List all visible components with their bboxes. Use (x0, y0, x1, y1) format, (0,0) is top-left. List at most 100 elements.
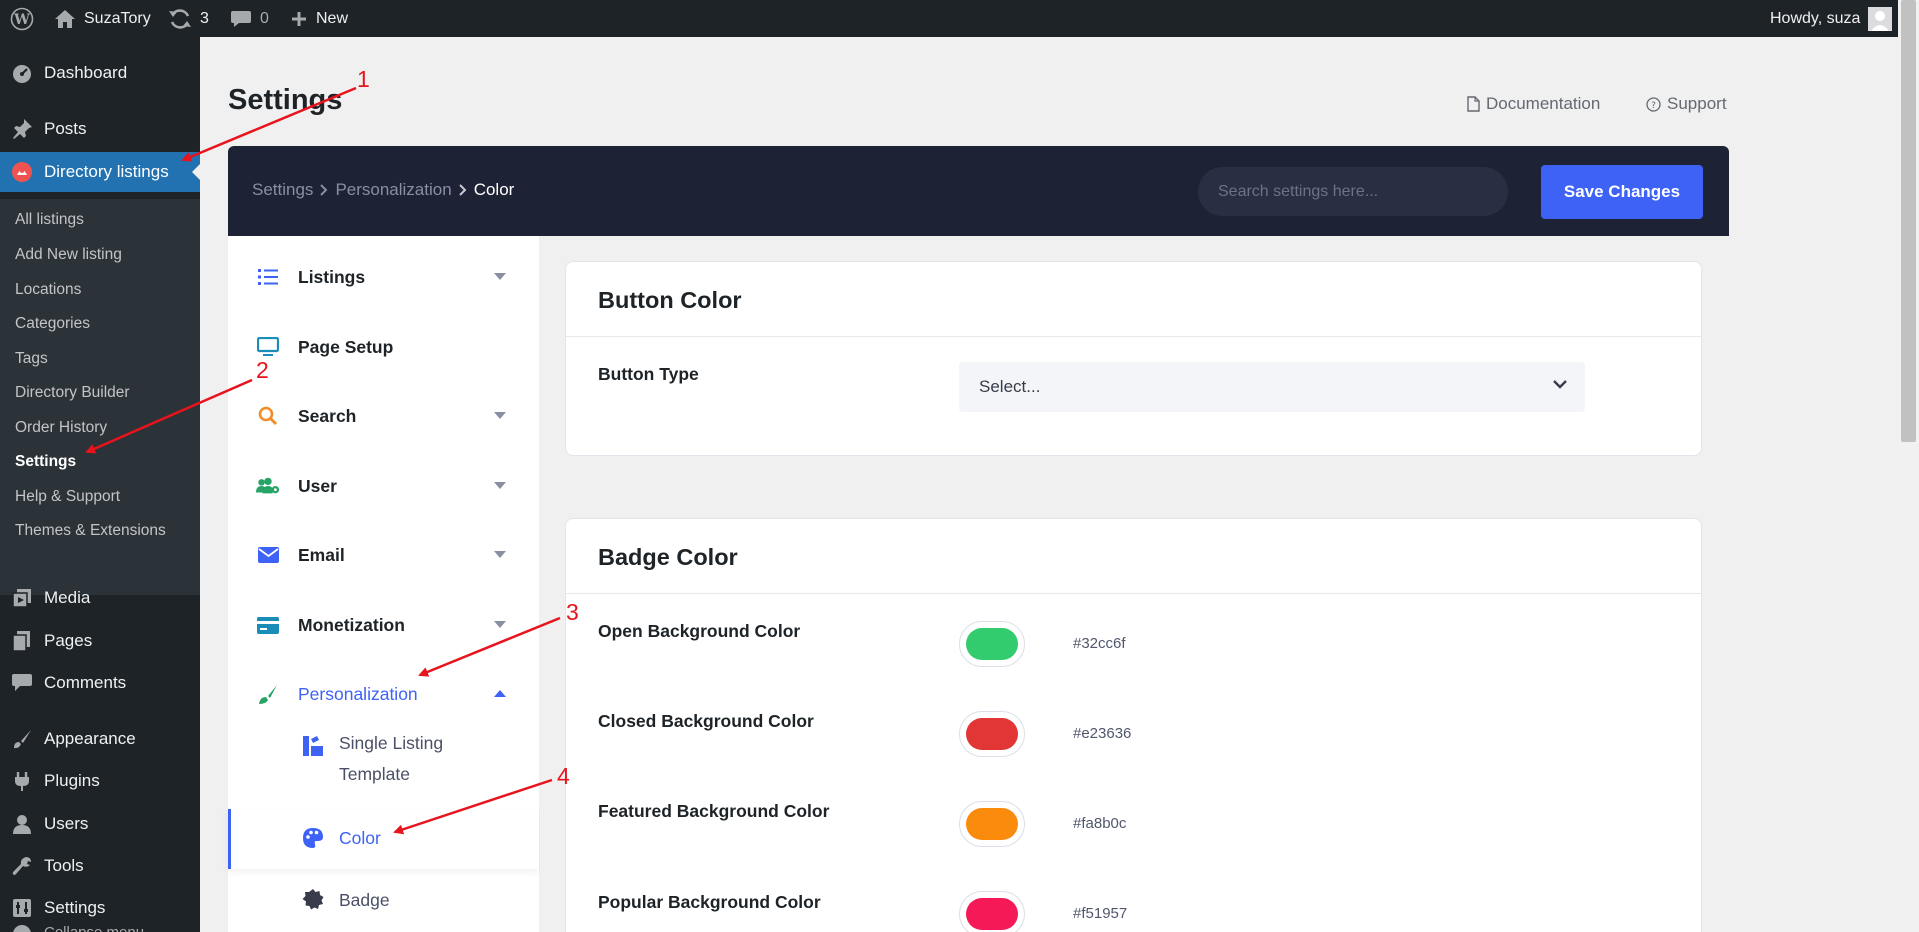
nav-badge-label: Badge (339, 890, 390, 910)
comments-link[interactable]: 0 (230, 0, 269, 37)
updates-icon (169, 8, 191, 29)
menu-media[interactable]: Media (0, 578, 200, 618)
button-type-label: Button Type (598, 364, 699, 384)
menu-plugins-label: Plugins (44, 771, 100, 790)
menu-directory-listings[interactable]: Directory listings (0, 152, 200, 192)
submenu-themes-extensions[interactable]: Themes & Extensions (15, 522, 166, 540)
template-icon (303, 736, 323, 756)
menu-tools-label: Tools (44, 856, 84, 875)
open-bg-color-label: Open Background Color (598, 621, 801, 641)
nav-badge[interactable]: Badge (228, 876, 539, 926)
documentation-label: Documentation (1486, 94, 1601, 113)
featured-bg-color-label: Featured Background Color (598, 801, 830, 821)
home-icon (55, 9, 75, 28)
menu-collapse[interactable]: Collapse menu (0, 924, 200, 932)
site-name: SuzaTory (84, 9, 151, 27)
plug-icon (15, 772, 29, 791)
menu-collapse-label: Collapse menu (44, 924, 144, 932)
badge-color-card: Badge Color Open Background Color #32cc6… (565, 518, 1702, 932)
nav-search-label: Search (298, 405, 357, 426)
popular-bg-color-hex: #f51957 (1073, 905, 1128, 922)
menu-dashboard[interactable]: Dashboard (0, 53, 200, 93)
featured-bg-color-hex: #fa8b0c (1073, 815, 1127, 832)
popular-bg-color-picker[interactable] (959, 891, 1025, 932)
menu-tools[interactable]: Tools (0, 846, 200, 886)
paintbrush-icon (14, 730, 31, 749)
wordpress-logo-icon[interactable]: W (10, 0, 34, 37)
nav-email[interactable]: Email (228, 530, 539, 580)
page-scrollbar[interactable] (1898, 0, 1919, 932)
breadcrumb-personalization[interactable]: Personalization (335, 180, 451, 200)
monitor-icon (257, 337, 279, 356)
nav-personalization-label: Personalization (298, 683, 418, 704)
open-bg-color-picker[interactable] (959, 621, 1025, 667)
svg-text:?: ? (1651, 101, 1656, 111)
nav-page-setup-label: Page Setup (298, 336, 394, 357)
closed-bg-color-swatch (966, 718, 1018, 750)
scrollbar-thumb[interactable] (1901, 0, 1916, 442)
submenu-order-history[interactable]: Order History (15, 419, 107, 437)
nav-listings[interactable]: Listings (228, 252, 539, 302)
updates-link[interactable]: 3 (168, 0, 209, 37)
submenu-directory-builder[interactable]: Directory Builder (15, 384, 130, 402)
settings-nav: Listings Page Setup Search User Email Mo… (228, 236, 540, 932)
nav-single-listing-template[interactable]: Single Listing Template (228, 728, 539, 808)
submenu-locations[interactable]: Locations (15, 281, 81, 299)
button-type-select[interactable]: Select... (959, 362, 1585, 412)
submenu-settings[interactable]: Settings (15, 453, 76, 471)
users-gear-icon (256, 477, 280, 494)
button-color-title: Button Color (598, 287, 742, 313)
submenu-help-support[interactable]: Help & Support (15, 488, 120, 506)
admin-bar: W SuzaTory 3 0 New Howdy, suza (0, 0, 1919, 37)
caret-down-icon (494, 412, 506, 419)
nav-personalization[interactable]: Personalization (228, 669, 539, 719)
menu-settings[interactable]: Settings (0, 888, 200, 928)
card-divider (566, 593, 1701, 594)
envelope-icon (257, 547, 279, 563)
admin-sidebar: Dashboard Posts Directory listings All l… (0, 37, 200, 932)
new-label: New (316, 9, 349, 27)
nav-listings-label: Listings (298, 266, 366, 287)
nav-monetization[interactable]: Monetization (228, 600, 539, 650)
open-bg-color-hex: #32cc6f (1073, 635, 1126, 652)
featured-bg-color-picker[interactable] (959, 801, 1025, 847)
menu-directory-listings-label: Directory listings (44, 162, 169, 181)
comments-count: 0 (260, 9, 269, 27)
submenu-all-listings[interactable]: All listings (15, 211, 84, 229)
site-name-link[interactable]: SuzaTory (54, 0, 151, 37)
settings-search-input[interactable] (1198, 167, 1508, 216)
menu-users-label: Users (44, 814, 89, 833)
documentation-link[interactable]: Documentation (1467, 94, 1600, 114)
submenu-add-new-listing[interactable]: Add New listing (15, 246, 122, 264)
menu-posts[interactable]: Posts (0, 109, 200, 149)
nav-single-listing-template-line2: Template (339, 764, 411, 784)
menu-plugins[interactable]: Plugins (0, 761, 200, 801)
nav-user[interactable]: User (228, 461, 539, 511)
menu-appearance[interactable]: Appearance (0, 719, 200, 759)
nav-search[interactable]: Search (228, 391, 539, 441)
updates-count: 3 (200, 9, 209, 27)
comments-icon (12, 674, 32, 691)
media-icon (12, 589, 31, 608)
submenu-categories[interactable]: Categories (15, 315, 90, 333)
support-link[interactable]: ? Support (1646, 94, 1727, 114)
chevron-right-icon (320, 184, 328, 196)
new-content-link[interactable]: New (290, 0, 348, 37)
nav-color[interactable]: Color (228, 809, 539, 869)
save-changes-button[interactable]: Save Changes (1541, 165, 1703, 219)
closed-bg-color-picker[interactable] (959, 711, 1025, 757)
caret-down-icon (494, 482, 506, 489)
nav-page-setup[interactable]: Page Setup (228, 322, 539, 372)
breadcrumb-color: Color (473, 180, 515, 199)
badge-icon (302, 889, 324, 910)
menu-comments[interactable]: Comments (0, 663, 200, 703)
menu-pages[interactable]: Pages (0, 621, 200, 661)
my-account-link[interactable]: Howdy, suza (1770, 0, 1893, 37)
credit-card-icon (257, 616, 279, 634)
breadcrumb-settings[interactable]: Settings (252, 180, 313, 200)
submenu-tags[interactable]: Tags (15, 350, 48, 368)
list-icon (258, 269, 278, 285)
dashboard-gauge-icon (13, 65, 31, 83)
search-icon (258, 406, 278, 426)
menu-users[interactable]: Users (0, 804, 200, 844)
